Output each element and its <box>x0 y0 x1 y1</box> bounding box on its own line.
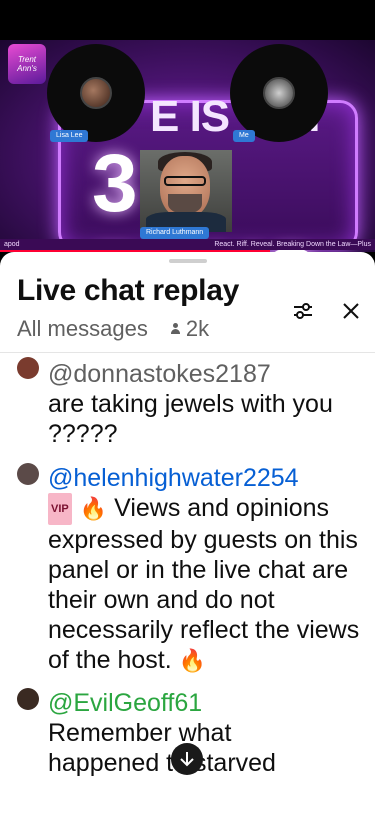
scroll-to-bottom-button[interactable] <box>171 743 203 775</box>
author-avatar[interactable] <box>17 688 39 710</box>
tune-button[interactable] <box>288 296 318 326</box>
author-avatar[interactable] <box>17 357 39 379</box>
chat-filter-row: All messages 2k <box>17 316 209 342</box>
author-avatar[interactable] <box>17 463 39 485</box>
participant-tag-right: Me <box>233 130 255 142</box>
ticker-right: React. Riff. Reveal. Breaking Down the L… <box>214 241 371 248</box>
guest-camera-left <box>47 44 145 142</box>
logo-text: Trent Ann's <box>17 55 37 73</box>
chat-message: @helenhighwater2254 VIP 🔥 Views and opini… <box>0 449 375 676</box>
message-text: are taking jewels with you ????? <box>48 390 333 448</box>
video-days-text: 3 DAYS <box>92 138 318 252</box>
drag-handle[interactable] <box>169 259 207 263</box>
channel-logo: Trent Ann's <box>8 44 46 84</box>
person-icon <box>170 323 180 335</box>
guest-camera-right <box>230 44 328 142</box>
viewer-count: 2k <box>170 316 209 342</box>
message-author[interactable]: @helenhighwater2254 <box>48 463 363 493</box>
vip-badge: VIP <box>48 493 72 525</box>
chat-title: Live chat replay <box>17 274 239 307</box>
participant-tag-left: Lisa Lee <box>50 130 89 142</box>
close-icon <box>343 303 359 319</box>
close-button[interactable] <box>336 296 366 326</box>
ticker-left: apod <box>4 241 20 248</box>
chat-filter-dropdown[interactable]: All messages <box>17 316 148 342</box>
fire-emoji: 🔥 <box>178 648 207 673</box>
message-text: VIP 🔥 Views and opinions expressed by gue… <box>48 493 363 676</box>
video-player[interactable]: E IS TICI 3 DAYS Trent Ann's Lisa Lee Me… <box>0 40 375 252</box>
guest-avatar <box>80 77 112 109</box>
status-bar <box>0 0 375 40</box>
arrow-down-icon <box>180 752 194 767</box>
chat-message: @donnastokes2187 are taking jewels with … <box>0 353 375 449</box>
guest-avatar <box>263 77 295 109</box>
message-author[interactable]: @EvilGeoff61 <box>48 688 363 718</box>
message-body: Views and opinions expressed by guests o… <box>48 494 360 674</box>
participant-tag-host: Richard Luthmann <box>140 227 210 239</box>
viewer-count-value: 2k <box>185 316 210 341</box>
fire-emoji: 🔥 <box>79 496 108 521</box>
news-ticker: apod React. Riff. Reveal. Breaking Down … <box>0 239 375 250</box>
message-author[interactable]: @donnastokes2187 <box>48 359 363 389</box>
host-camera <box>140 150 232 232</box>
tune-icon <box>294 303 312 319</box>
chat-message-list[interactable]: @donnastokes2187 are taking jewels with … <box>0 353 375 778</box>
